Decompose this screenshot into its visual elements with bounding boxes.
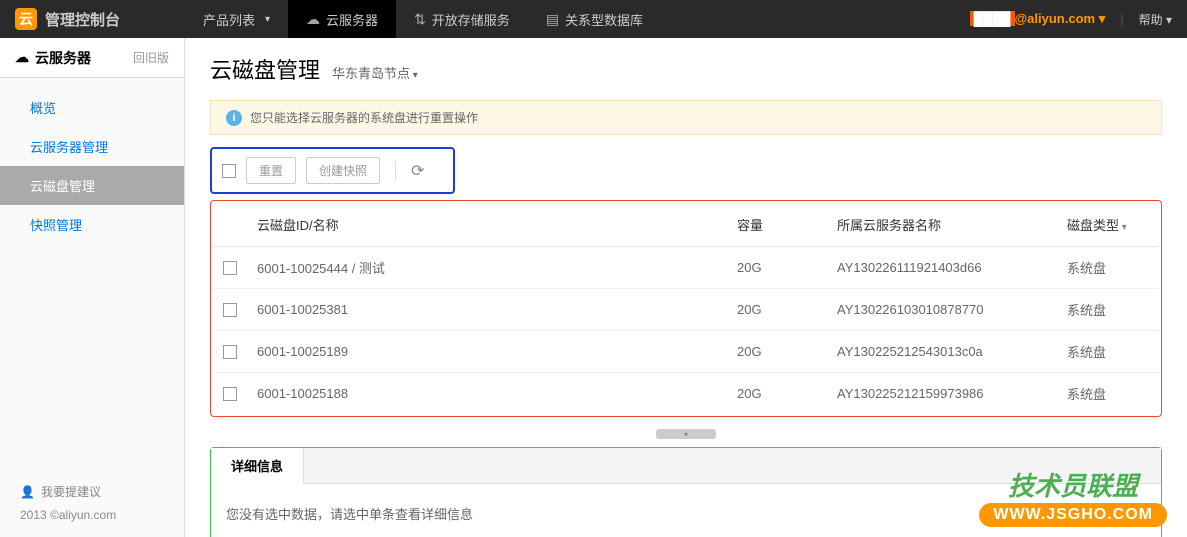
user-section: ████@aliyun.com ▾ | 帮助 ▾ [955,11,1187,28]
col-capacity[interactable]: 容量 [727,203,827,247]
cell-server: AY130226111921403d66 [827,247,1057,289]
console-title: 管理控制台 [45,9,120,30]
info-message: 您只能选择云服务器的系统盘进行重置操作 [250,109,478,126]
old-version-link[interactable]: 回旧版 [133,49,169,66]
cell-type: 系统盘 [1057,247,1159,289]
sidebar-item-snapshot-mgmt[interactable]: 快照管理 [0,205,184,244]
table-row[interactable]: 6001-10025189 20G AY130225212543013c0a 系… [213,331,1159,373]
watermark: 技术员联盟 WWW.JSGHO.COM [979,466,1167,527]
copyright: 2013 ©aliyun.com [20,508,164,522]
cell-server: AY130225212159973986 [827,373,1057,415]
toolbar: 重置 创建快照 ⟳ [210,147,455,194]
info-bar: i 您只能选择云服务器的系统盘进行重置操作 [210,100,1162,135]
help-link[interactable]: 帮助 ▾ [1139,11,1172,28]
cell-capacity: 20G [727,247,827,289]
content: 云磁盘管理 华东青岛节点 i 您只能选择云服务器的系统盘进行重置操作 重置 创建… [185,38,1187,537]
divider: | [1120,12,1123,27]
top-nav: 产品列表 ☁ 云服务器 ⇅ 开放存储服务 ▤ 关系型数据库 [185,0,955,38]
toolbar-divider [395,161,396,181]
watermark-url: WWW.JSGHO.COM [979,503,1167,527]
top-header: 云 管理控制台 产品列表 ☁ 云服务器 ⇅ 开放存储服务 ▤ 关系型数据库 ██… [0,0,1187,38]
row-checkbox[interactable] [223,345,237,359]
col-checkbox [213,203,247,247]
table-row[interactable]: 6001-10025188 20G AY130225212159973986 系… [213,373,1159,415]
cell-type: 系统盘 [1057,373,1159,415]
sidebar-footer: 👤 我要提建议 2013 ©aliyun.com [0,468,184,537]
storage-icon: ⇅ [414,11,426,28]
sidebar-item-disk-mgmt[interactable]: 云磁盘管理 [0,166,184,205]
sidebar-item-server-mgmt[interactable]: 云服务器管理 [0,127,184,166]
sidebar: ☁ 云服务器 回旧版 概览 云服务器管理 云磁盘管理 快照管理 👤 我要提建议 … [0,38,185,537]
select-all-checkbox[interactable] [222,164,236,178]
col-disk-id[interactable]: 云磁盘ID/名称 [247,203,727,247]
reset-button[interactable]: 重置 [246,157,296,184]
nav-database[interactable]: ▤ 关系型数据库 [528,0,661,38]
sidebar-title: ☁ 云服务器 [15,48,91,68]
cell-server: AY130226103010878770 [827,289,1057,331]
sidebar-item-overview[interactable]: 概览 [0,88,184,127]
cell-disk-id: 6001-10025381 [247,289,727,331]
table-row[interactable]: 6001-10025444 / 测试 20G AY130226111921403… [213,247,1159,289]
sidebar-header: ☁ 云服务器 回旧版 [0,38,184,78]
cell-server: AY130225212543013c0a [827,331,1057,373]
cell-type: 系统盘 [1057,289,1159,331]
info-icon: i [226,110,242,126]
nav-storage[interactable]: ⇅ 开放存储服务 [396,0,528,38]
nav-product-list[interactable]: 产品列表 [185,0,288,38]
resize-handle[interactable]: ▾ [656,429,716,439]
row-checkbox[interactable] [223,387,237,401]
cell-capacity: 20G [727,289,827,331]
nav-cloud-server[interactable]: ☁ 云服务器 [288,0,396,38]
cell-disk-id: 6001-10025188 [247,373,727,415]
disk-table-container: 云磁盘ID/名称 容量 所属云服务器名称 磁盘类型 6001-10025444 … [210,200,1162,417]
cell-disk-id: 6001-10025189 [247,331,727,373]
cell-capacity: 20G [727,331,827,373]
page-title-row: 云磁盘管理 华东青岛节点 [210,53,1162,85]
region-selector[interactable]: 华东青岛节点 [332,63,418,82]
col-disk-type[interactable]: 磁盘类型 [1057,203,1159,247]
cell-type: 系统盘 [1057,331,1159,373]
col-server[interactable]: 所属云服务器名称 [827,203,1057,247]
email-masked: ████ [970,11,1015,26]
cloud-logo-icon: 云 [15,8,37,30]
cloud-icon: ☁ [306,11,320,28]
tab-detail-info[interactable]: 详细信息 [211,448,304,484]
create-snapshot-button[interactable]: 创建快照 [306,157,380,184]
sidebar-menu: 概览 云服务器管理 云磁盘管理 快照管理 [0,78,184,468]
user-email[interactable]: ████@aliyun.com ▾ [970,11,1106,27]
main-container: ☁ 云服务器 回旧版 概览 云服务器管理 云磁盘管理 快照管理 👤 我要提建议 … [0,38,1187,537]
database-icon: ▤ [546,11,559,28]
logo-section: 云 管理控制台 [0,8,185,30]
watermark-text: 技术员联盟 [979,466,1167,503]
table-row[interactable]: 6001-10025381 20G AY130226103010878770 系… [213,289,1159,331]
server-icon: ☁ [15,49,29,66]
cell-disk-id: 6001-10025444 / 测试 [247,247,727,289]
cell-capacity: 20G [727,373,827,415]
row-checkbox[interactable] [223,303,237,317]
feedback-link[interactable]: 👤 我要提建议 [20,483,164,500]
row-checkbox[interactable] [223,261,237,275]
page-title: 云磁盘管理 [210,53,320,85]
disk-table: 云磁盘ID/名称 容量 所属云服务器名称 磁盘类型 6001-10025444 … [213,203,1159,414]
person-icon: 👤 [20,485,35,499]
refresh-icon[interactable]: ⟳ [411,161,424,181]
